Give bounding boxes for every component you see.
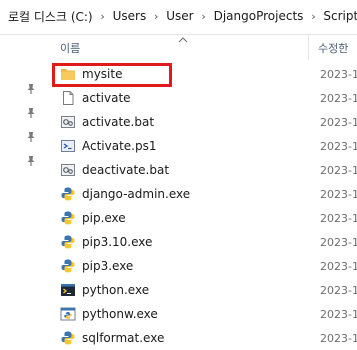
- pin-icon[interactable]: [26, 107, 36, 119]
- file-name: python.exe: [82, 283, 150, 297]
- python-exe-icon: [61, 331, 75, 345]
- file-name: deactivate.bat: [82, 163, 170, 177]
- python-exe-icon: [61, 259, 75, 273]
- file-date: 2023-1: [320, 164, 357, 177]
- python-exe-icon: [61, 235, 75, 249]
- file-date: 2023-1: [320, 116, 357, 129]
- pin-icon[interactable]: [26, 131, 36, 143]
- file-name: pip3.10.exe: [82, 235, 153, 249]
- list-item-pip-exe[interactable]: pip.exe 2023-1: [54, 207, 357, 230]
- chevron-right-icon[interactable]: ›: [196, 10, 212, 23]
- list-item-activate-ps1[interactable]: Activate.ps1 2023-1: [54, 135, 357, 158]
- breadcrumb-scripts[interactable]: Scripts: [321, 9, 357, 23]
- pin-icon[interactable]: [26, 155, 36, 167]
- chevron-right-icon[interactable]: ›: [95, 10, 111, 23]
- file-name: activate: [82, 91, 131, 105]
- folder-icon: [61, 69, 75, 80]
- breadcrumb-user[interactable]: User: [164, 9, 195, 23]
- file-date: 2023-1: [320, 308, 357, 321]
- breadcrumb-djangoprojects[interactable]: DjangoProjects: [212, 9, 306, 23]
- python-console-icon: [61, 284, 75, 296]
- sort-ascending-icon: [178, 37, 188, 43]
- file-date: 2023-1: [320, 284, 357, 297]
- powershell-script-icon: [61, 140, 75, 152]
- file-name: pythonw.exe: [82, 307, 158, 321]
- python-window-icon: [60, 307, 76, 321]
- file-date: 2023-1: [320, 188, 357, 201]
- file-date: 2023-1: [320, 92, 357, 105]
- list-item-pip3-10-exe[interactable]: pip3.10.exe 2023-1: [54, 231, 357, 254]
- list-item-mysite[interactable]: mysite 2023-1: [54, 63, 357, 86]
- list-item-pip3-exe[interactable]: pip3.exe 2023-1: [54, 255, 357, 278]
- list-item-sqlformat-exe[interactable]: sqlformat.exe 2023-1: [54, 327, 357, 350]
- breadcrumb-drive[interactable]: 로컬 디스크 (C:): [6, 8, 95, 25]
- address-bar[interactable]: 로컬 디스크 (C:) › Users › User › DjangoProje…: [0, 0, 357, 35]
- file-name: pip.exe: [82, 211, 126, 225]
- column-header-name[interactable]: 이름: [60, 40, 80, 56]
- file-name: sqlformat.exe: [82, 331, 165, 345]
- file-icon: [63, 91, 74, 105]
- column-header: 이름 수정한: [0, 34, 357, 60]
- list-item-python-exe[interactable]: python.exe 2023-1: [54, 279, 357, 302]
- file-date: 2023-1: [320, 260, 357, 273]
- chevron-right-icon[interactable]: ›: [148, 10, 164, 23]
- list-item-activate-bat[interactable]: activate.bat 2023-1: [54, 111, 357, 134]
- file-name: django-admin.exe: [82, 187, 191, 201]
- python-exe-icon: [61, 211, 75, 225]
- column-divider[interactable]: [308, 34, 309, 60]
- column-header-date-modified[interactable]: 수정한: [318, 40, 348, 56]
- file-date: 2023-1: [320, 332, 357, 345]
- file-date: 2023-1: [320, 68, 357, 81]
- file-date: 2023-1: [320, 236, 357, 249]
- file-name: mysite: [82, 67, 123, 81]
- batch-file-icon: [61, 116, 75, 128]
- list-item-activate[interactable]: activate 2023-1: [54, 87, 357, 110]
- batch-file-icon: [61, 164, 75, 176]
- breadcrumb-users[interactable]: Users: [111, 9, 149, 23]
- list-item-deactivate-bat[interactable]: deactivate.bat 2023-1: [54, 159, 357, 182]
- file-date: 2023-1: [320, 140, 357, 153]
- chevron-right-icon[interactable]: ›: [305, 10, 321, 23]
- breadcrumb: 로컬 디스크 (C:) › Users › User › DjangoProje…: [6, 6, 357, 26]
- list-item-django-admin-exe[interactable]: django-admin.exe 2023-1: [54, 183, 357, 206]
- python-exe-icon: [61, 187, 75, 201]
- list-item-pythonw-exe[interactable]: pythonw.exe 2023-1: [54, 303, 357, 326]
- file-name: Activate.ps1: [82, 139, 157, 153]
- file-date: 2023-1: [320, 212, 357, 225]
- file-name: pip3.exe: [82, 259, 134, 273]
- file-name: activate.bat: [82, 115, 155, 129]
- pin-icon[interactable]: [26, 83, 36, 95]
